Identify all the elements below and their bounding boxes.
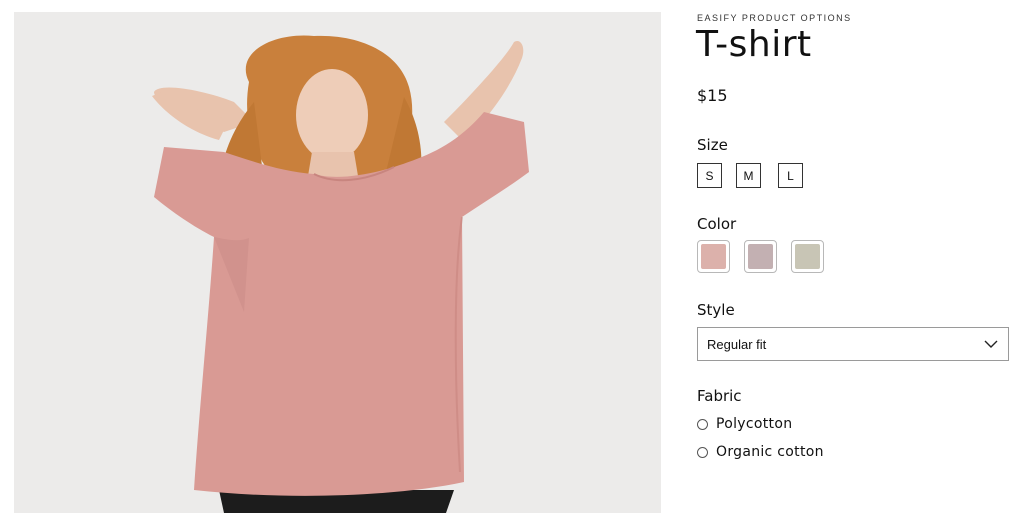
product-title: T-shirt <box>696 24 812 65</box>
product-image[interactable] <box>14 12 661 513</box>
product-vendor: EASIFY PRODUCT OPTIONS <box>697 13 852 23</box>
size-button-s[interactable]: S <box>697 163 722 188</box>
product-photo <box>14 12 661 513</box>
color-swatch-sage[interactable] <box>791 240 824 273</box>
fabric-option-polycotton[interactable]: Polycotton <box>697 416 792 432</box>
size-label: Size <box>697 136 728 154</box>
radio-unchecked-icon[interactable] <box>697 446 708 458</box>
size-options: S M L <box>697 163 817 188</box>
style-label: Style <box>697 301 735 319</box>
size-button-l[interactable]: L <box>778 163 803 188</box>
fabric-label: Fabric <box>697 387 742 405</box>
color-swatch-pink[interactable] <box>697 240 730 273</box>
fabric-option-label: Organic cotton <box>716 444 824 460</box>
style-select[interactable]: Regular fit <box>697 327 1009 361</box>
fabric-option-label: Polycotton <box>716 416 793 432</box>
product-price: $15 <box>697 86 728 105</box>
style-selected-value: Regular fit <box>707 336 767 352</box>
radio-unchecked-icon[interactable] <box>697 418 708 430</box>
fabric-option-organic-cotton[interactable]: Organic cotton <box>697 444 824 460</box>
color-options <box>697 240 838 273</box>
size-button-m[interactable]: M <box>736 163 761 188</box>
color-swatch-mauve[interactable] <box>744 240 777 273</box>
color-label: Color <box>697 215 737 233</box>
chevron-down-icon <box>984 340 998 348</box>
